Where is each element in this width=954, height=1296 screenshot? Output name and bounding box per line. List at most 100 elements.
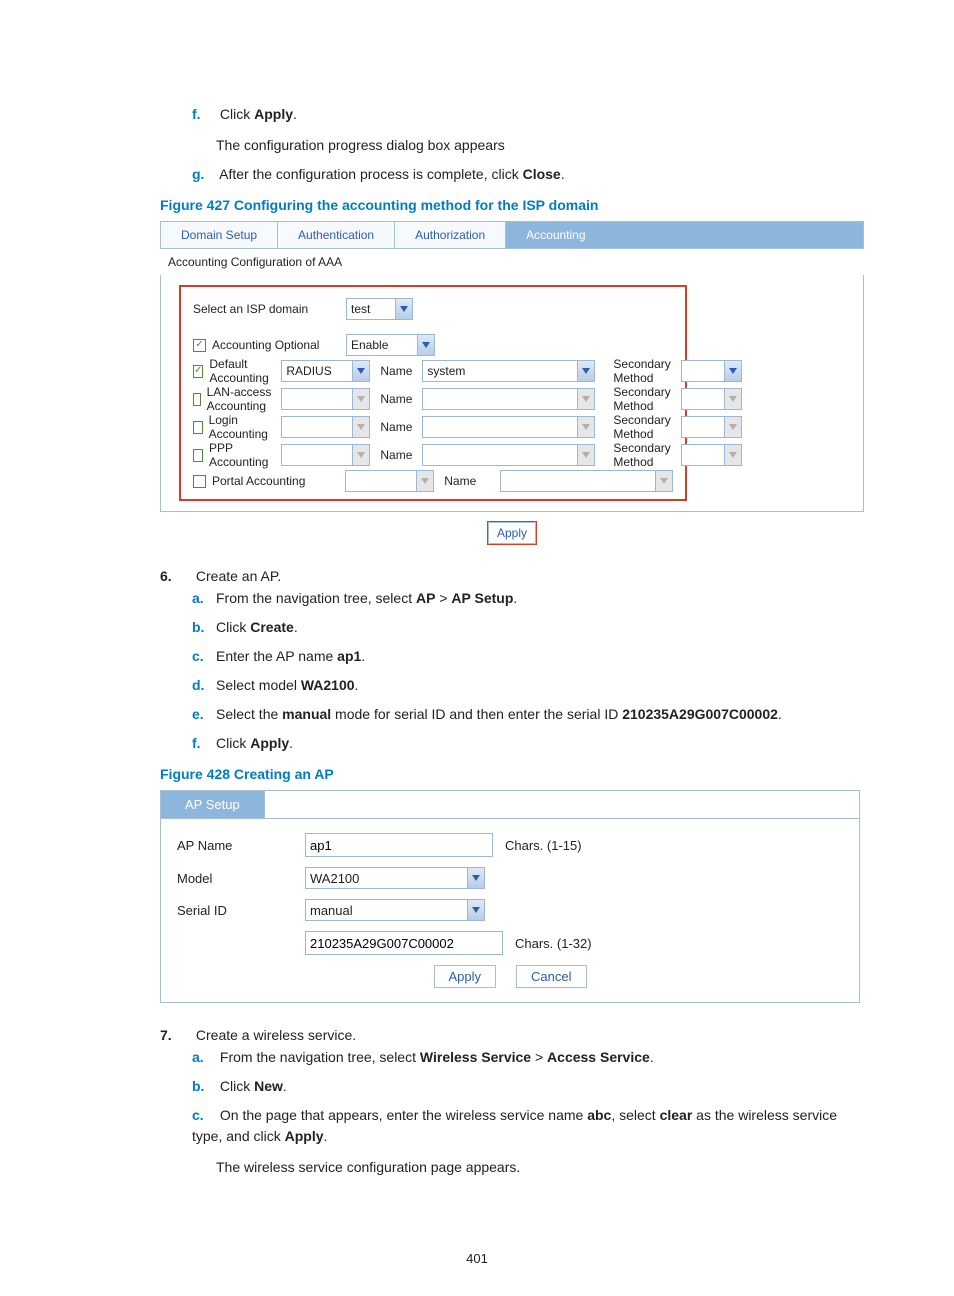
serial-mode-select[interactable]: manual: [305, 899, 485, 921]
figure-427: Domain Setup Authentication Authorizatio…: [160, 221, 864, 544]
serial-id-input[interactable]: [305, 931, 503, 955]
model-select[interactable]: WA2100: [305, 867, 485, 889]
checkbox[interactable]: [193, 339, 206, 352]
chevron-down-icon: [724, 417, 741, 437]
substep: f.Click Apply.: [192, 733, 859, 754]
isp-domain-select[interactable]: test: [346, 298, 413, 320]
name-select: [500, 470, 673, 492]
figure-427-caption: Figure 427 Configuring the accounting me…: [160, 197, 859, 213]
serial-label: Serial ID: [177, 903, 297, 918]
row-label: LAN-access Accounting: [193, 385, 271, 413]
serial-hint: Chars. (1-32): [515, 936, 592, 951]
apply-button[interactable]: Apply: [488, 522, 536, 544]
substep: c.Enter the AP name ap1.: [192, 646, 859, 667]
method-select: [345, 470, 434, 492]
chevron-down-icon: [467, 900, 484, 920]
fig428-tabs: AP Setup: [160, 790, 860, 819]
step-7: 7. Create a wireless service.: [160, 1027, 859, 1043]
checkbox[interactable]: [193, 393, 201, 406]
chevron-down-icon: [577, 417, 594, 437]
fig427-tabs: Domain Setup Authentication Authorizatio…: [160, 221, 864, 248]
row-label: Default Accounting: [193, 357, 271, 385]
chevron-down-icon: [467, 868, 484, 888]
name-select: [422, 388, 595, 410]
substep: d.Select model WA2100.: [192, 675, 859, 696]
tab-domain-setup[interactable]: Domain Setup: [161, 222, 278, 248]
secondary-label: Secondary Method: [613, 441, 670, 469]
step6-title: Create an AP.: [196, 568, 281, 584]
name-label: Name: [380, 392, 412, 406]
method-select[interactable]: Enable: [346, 334, 435, 356]
marker-g: g.: [192, 164, 216, 185]
cancel-button[interactable]: Cancel: [516, 965, 586, 988]
accounting-row: Default Accounting RADIUS Name system Second…: [193, 357, 673, 385]
substeps-top: f. Click Apply.: [192, 104, 859, 125]
fig427-panel: Select an ISP domain test Accounting Opt…: [160, 275, 864, 512]
chevron-down-icon: [577, 445, 594, 465]
chevron-down-icon: [655, 471, 672, 491]
figure-428: AP Setup AP Name Chars. (1-15) Model WA2…: [160, 790, 860, 1003]
row-label: Login Accounting: [193, 413, 271, 441]
row-label: Accounting Optional: [193, 338, 336, 352]
chevron-down-icon: [395, 299, 412, 319]
chevron-down-icon: [724, 389, 741, 409]
apname-hint: Chars. (1-15): [505, 838, 582, 853]
tab-authorization[interactable]: Authorization: [395, 222, 506, 248]
secondary-label: Secondary Method: [613, 385, 670, 413]
chevron-down-icon: [417, 335, 434, 355]
secondary-label: Secondary Method: [613, 413, 670, 441]
name-select[interactable]: system: [422, 360, 595, 382]
checkbox[interactable]: [193, 449, 203, 462]
substep-f: f. Click Apply.: [192, 104, 859, 125]
accounting-row: Portal AccountingName: [193, 469, 673, 493]
step-6: 6. Create an AP.: [160, 568, 859, 584]
chevron-down-icon: [352, 361, 369, 381]
step6-substeps: a.From the navigation tree, select AP > …: [192, 588, 859, 754]
apply-button[interactable]: Apply: [434, 965, 497, 988]
method-select: [281, 416, 370, 438]
secondary-select: [681, 388, 742, 410]
method-select: [281, 388, 370, 410]
apname-label: AP Name: [177, 838, 297, 853]
tab-ap-setup[interactable]: AP Setup: [161, 791, 265, 818]
step7-a: a. From the navigation tree, select Wire…: [192, 1047, 859, 1068]
figure-428-caption: Figure 428 Creating an AP: [160, 766, 859, 782]
name-select: [422, 444, 595, 466]
secondary-select: [681, 416, 742, 438]
tab-authentication[interactable]: Authentication: [278, 222, 395, 248]
row-label: PPP Accounting: [193, 441, 271, 469]
marker-f: f.: [192, 104, 216, 125]
checkbox[interactable]: [193, 421, 203, 434]
name-label: Name: [380, 364, 412, 378]
chevron-down-icon: [577, 389, 594, 409]
chevron-down-icon: [416, 471, 433, 491]
apname-input[interactable]: [305, 833, 493, 857]
secondary-select[interactable]: [681, 360, 742, 382]
step7-title: Create a wireless service.: [196, 1027, 356, 1043]
secondary-label: Secondary Method: [613, 357, 670, 385]
substep-g: g. After the configuration process is co…: [192, 164, 859, 185]
chevron-down-icon: [724, 361, 741, 381]
name-label: Name: [380, 420, 412, 434]
chevron-down-icon: [724, 445, 741, 465]
name-label: Name: [380, 448, 412, 462]
accounting-row: Accounting Optional Enable: [193, 333, 673, 357]
substep: a.From the navigation tree, select AP > …: [192, 588, 859, 609]
chevron-down-icon: [352, 445, 369, 465]
checkbox[interactable]: [193, 365, 203, 378]
method-select[interactable]: RADIUS: [281, 360, 370, 382]
step7-num: 7.: [160, 1027, 192, 1043]
method-select: [281, 444, 370, 466]
chevron-down-icon: [577, 361, 594, 381]
fig427-apply-row: Apply: [160, 512, 864, 544]
substep: e.Select the manual mode for serial ID a…: [192, 704, 859, 725]
step7-substeps: a. From the navigation tree, select Wire…: [192, 1047, 859, 1147]
row-label: Portal Accounting: [193, 474, 335, 488]
accounting-row: Login Accounting Name Secondary Method: [193, 413, 673, 441]
step6-num: 6.: [160, 568, 192, 584]
checkbox[interactable]: [193, 475, 206, 488]
step7-b: b. Click New.: [192, 1076, 859, 1097]
secondary-select: [681, 444, 742, 466]
model-label: Model: [177, 871, 297, 886]
tab-accounting[interactable]: Accounting: [506, 222, 863, 248]
